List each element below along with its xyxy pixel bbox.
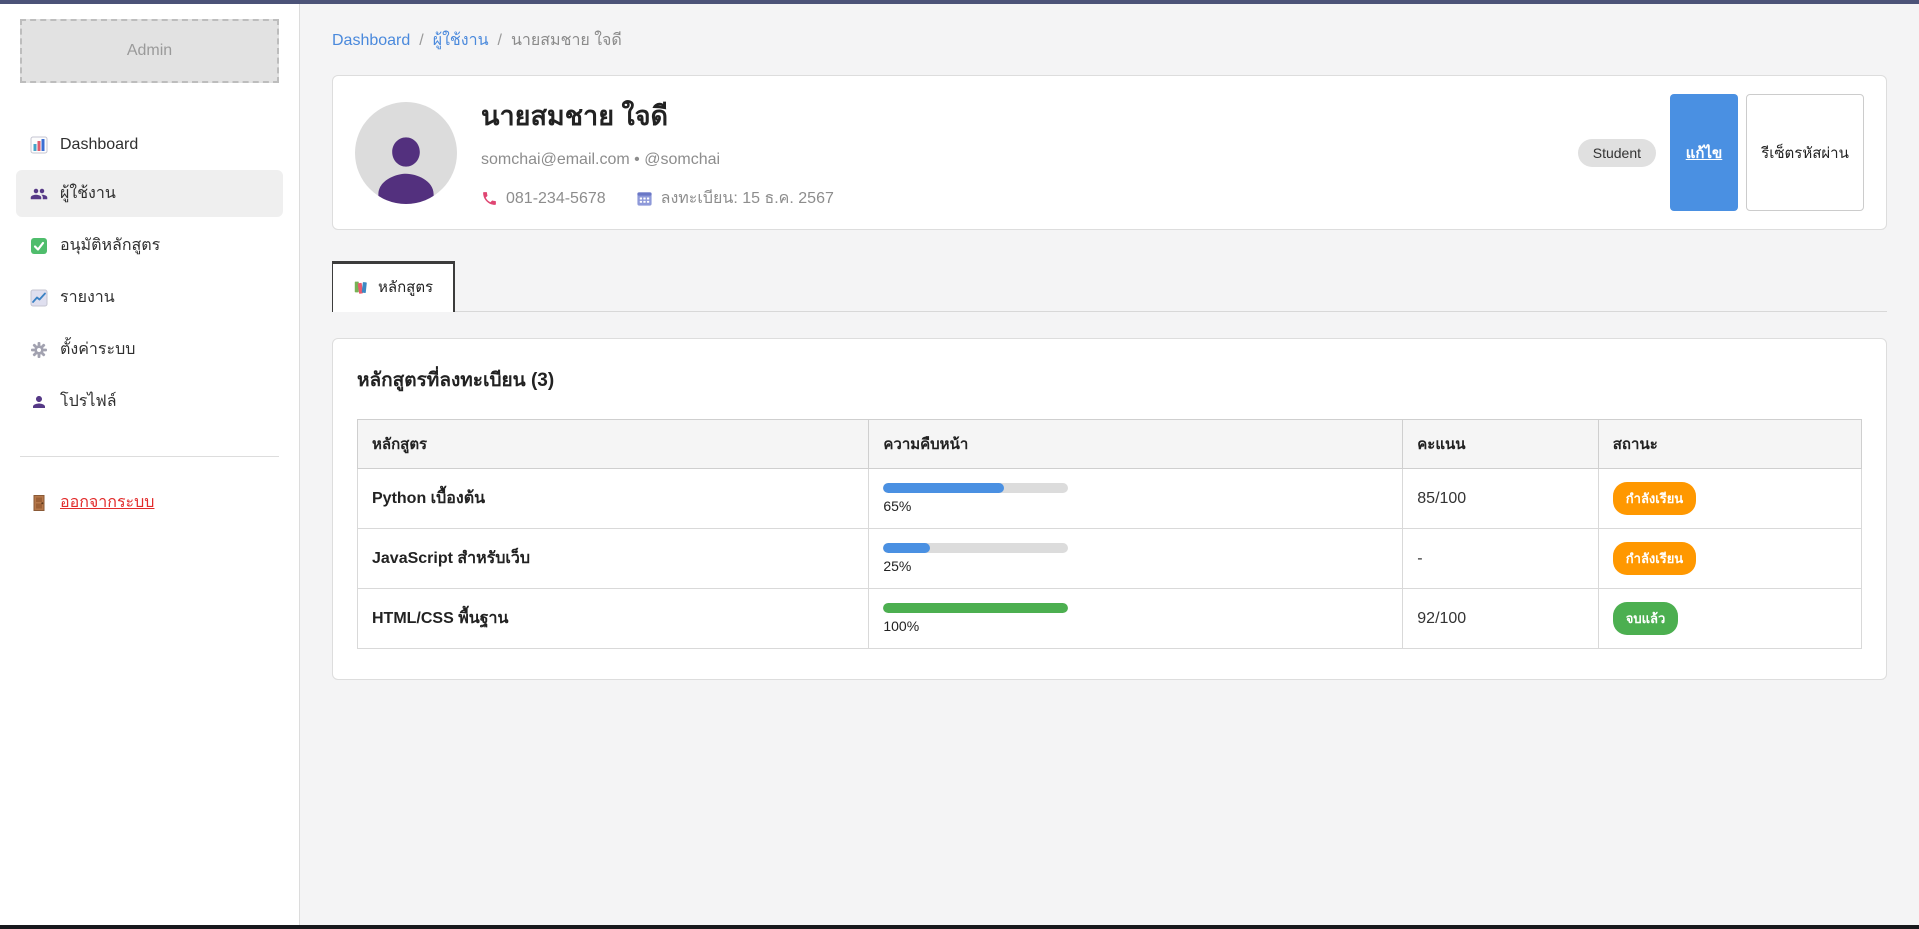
settings-icon xyxy=(30,341,48,359)
table-row: JavaScript สำหรับเว็บ 25% - กำลังเรียน xyxy=(358,529,1862,589)
sidebar: Admin Dashboard ผู้ใช้งาน อนุมัติหลักสูต… xyxy=(0,4,300,925)
course-score: - xyxy=(1417,550,1422,567)
courses-table: หลักสูตร ความคืบหน้า คะแนน สถานะ Python … xyxy=(357,419,1862,649)
column-header-status: สถานะ xyxy=(1598,420,1861,469)
profile-name: นายสมชาย ใจดี xyxy=(481,94,834,137)
person-icon xyxy=(367,126,445,204)
sidebar-item-approve-courses[interactable]: อนุมัติหลักสูตร xyxy=(16,222,283,269)
brand-label: Admin xyxy=(127,42,172,60)
flex-spacer xyxy=(834,94,1578,211)
sidebar-item-dashboard[interactable]: Dashboard xyxy=(16,125,283,165)
avatar xyxy=(355,102,457,204)
sidebar-item-label: Dashboard xyxy=(60,136,138,154)
progress-label: 100% xyxy=(883,618,1388,634)
tab-courses[interactable]: หลักสูตร xyxy=(332,261,455,312)
profile-phone: 081-234-5678 xyxy=(506,190,606,208)
course-score: 92/100 xyxy=(1417,610,1466,627)
logout-label: ออกจากระบบ xyxy=(60,490,154,515)
course-name: HTML/CSS พื้นฐาน xyxy=(372,610,508,627)
sidebar-item-label: อนุมัติหลักสูตร xyxy=(60,233,160,258)
progress-bar xyxy=(883,543,1068,553)
reports-icon xyxy=(30,289,48,307)
breadcrumb-current: นายสมชาย ใจดี xyxy=(511,28,622,53)
profile-info: นายสมชาย ใจดี somchai@email.com • @somch… xyxy=(481,94,834,211)
brand-logo-placeholder: Admin xyxy=(20,19,279,83)
dashboard-icon xyxy=(30,136,48,154)
status-badge: จบแล้ว xyxy=(1613,602,1679,635)
course-name: Python เบื้องต้น xyxy=(372,490,485,507)
door-icon xyxy=(30,494,48,512)
progress-bar xyxy=(883,603,1068,613)
breadcrumb-link-users[interactable]: ผู้ใช้งาน xyxy=(433,28,489,53)
section-title: หลักสูตรที่ลงทะเบียน (3) xyxy=(357,365,1862,395)
sidebar-item-profile[interactable]: โปรไฟล์ xyxy=(16,378,283,425)
tab-bar: หลักสูตร xyxy=(332,260,1887,312)
sidebar-item-reports[interactable]: รายงาน xyxy=(16,274,283,321)
table-header-row: หลักสูตร ความคืบหน้า คะแนน สถานะ xyxy=(358,420,1862,469)
status-badge: กำลังเรียน xyxy=(1613,542,1696,575)
table-row: Python เบื้องต้น 65% 85/100 กำลังเรียน xyxy=(358,469,1862,529)
calendar-icon xyxy=(636,190,653,207)
progress-fill xyxy=(883,483,1003,493)
progress-bar xyxy=(883,483,1068,493)
sidebar-item-label: โปรไฟล์ xyxy=(60,389,117,414)
course-score: 85/100 xyxy=(1417,490,1466,507)
profile-registered-date: ลงทะเบียน: 15 ธ.ค. 2567 xyxy=(661,186,834,211)
column-header-progress: ความคืบหน้า xyxy=(869,420,1403,469)
progress-label: 65% xyxy=(883,498,1388,514)
edit-button[interactable]: แก้ไข xyxy=(1670,94,1738,211)
reset-password-button[interactable]: รีเซ็ตรหัสผ่าน xyxy=(1746,94,1864,211)
profile-icon xyxy=(30,393,48,411)
progress-fill xyxy=(883,543,929,553)
books-icon xyxy=(353,279,369,295)
sidebar-nav: Dashboard ผู้ใช้งาน อนุมัติหลักสูตร รายง… xyxy=(16,125,283,430)
breadcrumb-link-dashboard[interactable]: Dashboard xyxy=(332,32,410,50)
enrolled-courses-card: หลักสูตรที่ลงทะเบียน (3) หลักสูตร ความคื… xyxy=(332,338,1887,680)
user-profile-card: นายสมชาย ใจดี somchai@email.com • @somch… xyxy=(332,75,1887,230)
progress-fill xyxy=(883,603,1068,613)
logout-button[interactable]: ออกจากระบบ xyxy=(16,479,283,526)
phone-icon xyxy=(481,190,498,207)
approve-icon xyxy=(30,237,48,255)
breadcrumb-separator: / xyxy=(419,32,423,50)
breadcrumb: Dashboard / ผู้ใช้งาน / นายสมชาย ใจดี xyxy=(332,28,1887,53)
app-layout: Admin Dashboard ผู้ใช้งาน อนุมัติหลักสูต… xyxy=(0,4,1919,925)
role-badge: Student xyxy=(1578,139,1656,167)
profile-meta-row: 081-234-5678 ลงทะเบียน: 15 ธ.ค. 2567 xyxy=(481,186,834,211)
sidebar-item-settings[interactable]: ตั้งค่าระบบ xyxy=(16,326,283,373)
status-badge: กำลังเรียน xyxy=(1613,482,1696,515)
sidebar-item-users[interactable]: ผู้ใช้งาน xyxy=(16,170,283,217)
profile-email: somchai@email.com • @somchai xyxy=(481,151,834,169)
main-content: Dashboard / ผู้ใช้งาน / นายสมชาย ใจดี นา… xyxy=(300,4,1919,925)
column-header-score: คะแนน xyxy=(1403,420,1599,469)
sidebar-item-label: ตั้งค่าระบบ xyxy=(60,337,135,362)
sidebar-divider xyxy=(20,456,279,457)
column-header-course: หลักสูตร xyxy=(358,420,869,469)
tab-courses-label: หลักสูตร xyxy=(378,275,433,299)
breadcrumb-separator: / xyxy=(498,32,502,50)
bottom-accent-bar xyxy=(0,925,1919,929)
users-icon xyxy=(30,185,48,203)
sidebar-item-label: ผู้ใช้งาน xyxy=(60,181,116,206)
table-row: HTML/CSS พื้นฐาน 100% 92/100 จบแล้ว xyxy=(358,589,1862,649)
progress-label: 25% xyxy=(883,558,1388,574)
sidebar-item-label: รายงาน xyxy=(60,285,115,310)
course-name: JavaScript สำหรับเว็บ xyxy=(372,550,530,567)
